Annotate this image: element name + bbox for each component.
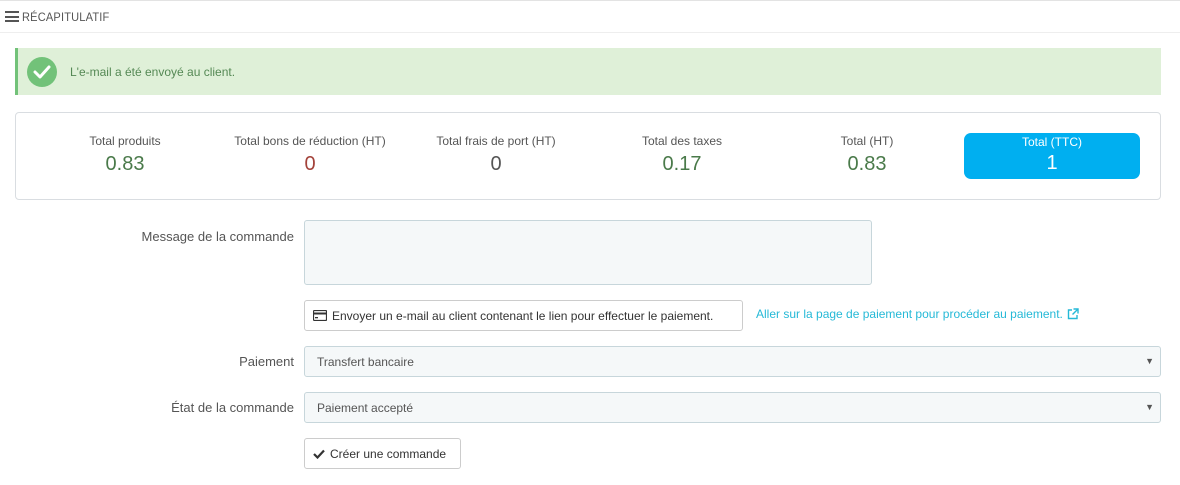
create-order-button[interactable]: Créer une commande [304,438,461,469]
order-summary: Total produits 0.83 Total bons de réduct… [15,112,1161,200]
panel-title: RÉCAPITULATIF [22,9,110,24]
success-alert: L'e-mail a été envoyé au client. [15,48,1161,95]
external-link-icon [1067,308,1079,320]
create-order-label: Créer une commande [330,446,447,461]
total-discounts-label: Total bons de réduction (HT) [234,134,386,148]
order-state-select[interactable]: Paiement accepté ▼ [304,392,1161,423]
total-taxes-label: Total des taxes [641,134,723,148]
credit-card-icon [313,310,327,321]
total-ht-label: Total (HT) [840,134,894,148]
total-ht: Total (HT) 0.83 [776,113,958,201]
list-icon [5,11,19,22]
total-discounts: Total bons de réduction (HT) 0 [216,113,404,201]
order-state-selected-value: Paiement accepté [317,400,414,415]
total-taxes: Total des taxes 0.17 [588,113,776,201]
payment-selected-value: Transfert bancaire [317,354,414,369]
total-products-value: 0.83 [105,153,145,175]
payment-page-link[interactable]: Aller sur la page de paiement pour procé… [756,307,1079,321]
total-products: Total produits 0.83 [34,113,216,201]
check-icon [313,449,325,459]
check-circle-icon [27,56,57,87]
total-taxes-value: 0.17 [662,153,702,175]
panel-heading: RÉCAPITULATIF [0,0,1180,33]
total-shipping-label: Total frais de port (HT) [436,134,556,148]
order-state-label: État de la commande [171,400,294,415]
total-ttc-label: Total (TTC) [1022,135,1082,149]
total-shipping-value: 0 [490,153,502,175]
total-ttc-value: 1 [1046,152,1058,174]
payment-select[interactable]: Transfert bancaire ▼ [304,346,1161,377]
alert-message: L'e-mail a été envoyé au client. [70,64,236,79]
total-products-label: Total produits [89,134,161,148]
send-payment-email-label: Envoyer un e-mail au client contenant le… [332,308,714,323]
total-ttc: Total (TTC) 1 [964,133,1140,179]
message-label: Message de la commande [141,229,294,244]
order-message-input[interactable] [304,220,872,285]
total-shipping: Total frais de port (HT) 0 [404,113,588,201]
payment-label: Paiement [239,354,294,369]
total-discounts-value: 0 [304,153,316,175]
total-ht-value: 0.83 [847,153,887,175]
caret-down-icon: ▼ [1145,356,1154,366]
send-payment-email-button[interactable]: Envoyer un e-mail au client contenant le… [304,300,743,331]
caret-down-icon: ▼ [1145,402,1154,412]
payment-page-link-label: Aller sur la page de paiement pour procé… [756,307,1063,321]
